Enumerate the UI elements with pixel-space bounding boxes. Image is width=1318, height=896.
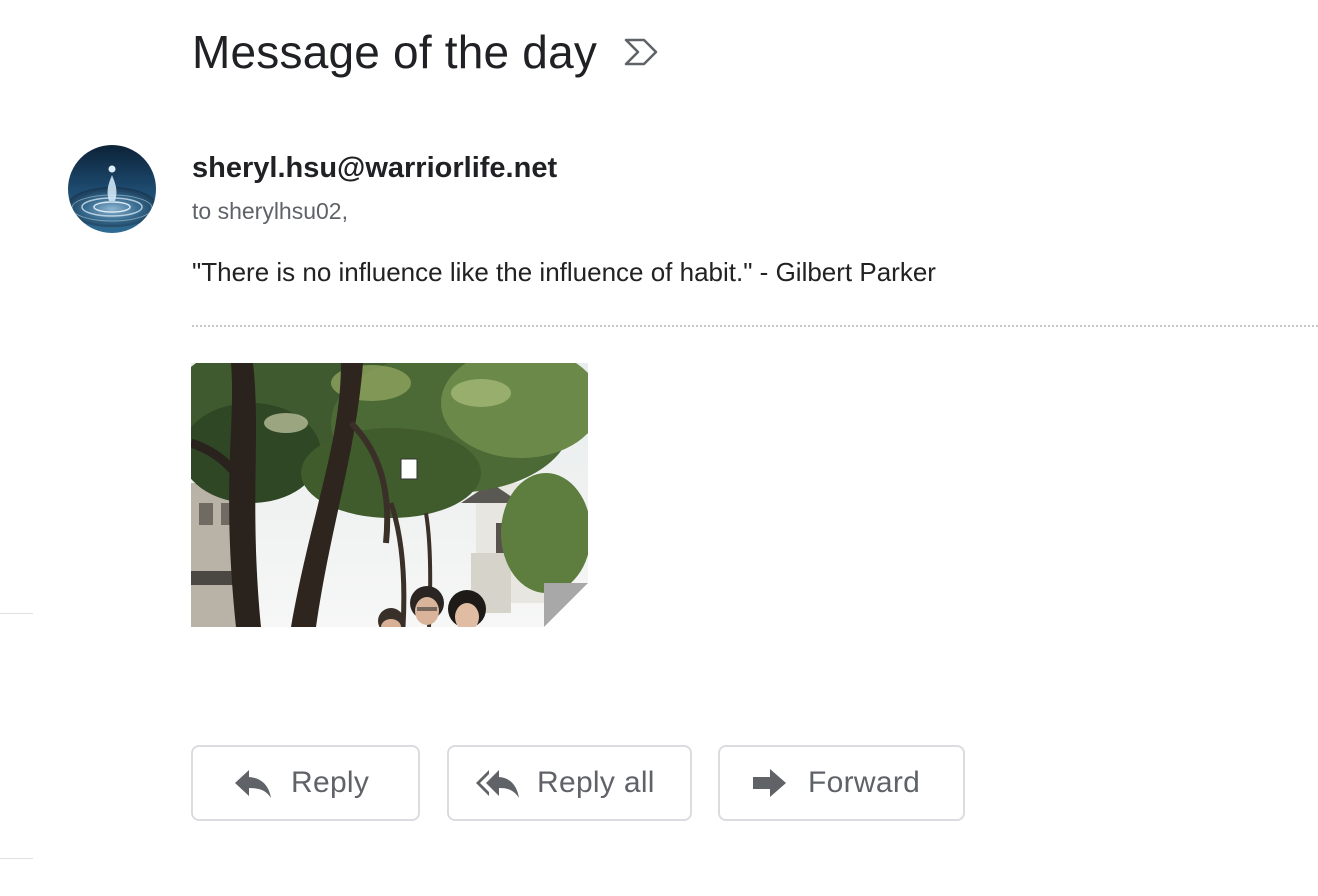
reply-label: Reply — [291, 766, 370, 799]
recipient-line[interactable]: to sherylhsu02, — [192, 196, 348, 226]
reply-button[interactable]: Reply — [191, 745, 420, 821]
signature-divider — [192, 325, 1318, 327]
side-divider-lower — [0, 858, 33, 859]
forward-label: Forward — [808, 766, 921, 799]
side-divider-upper — [0, 613, 33, 614]
photo-attachment[interactable] — [191, 363, 588, 627]
sender-avatar[interactable] — [68, 145, 156, 233]
reply-all-label: Reply all — [537, 766, 655, 799]
subject-row: Message of the day — [192, 22, 659, 82]
forward-icon — [750, 766, 790, 800]
reply-all-button[interactable]: Reply all — [447, 745, 692, 821]
email-subject: Message of the day — [192, 26, 598, 78]
sender-email[interactable]: sheryl.hsu@warriorlife.net — [192, 150, 557, 186]
message-body: "There is no influence like the influenc… — [192, 257, 936, 287]
forward-button[interactable]: Forward — [718, 745, 965, 821]
reply-icon — [233, 766, 273, 800]
label-icon[interactable] — [623, 37, 659, 67]
email-view: Message of the day sheryl.hsu@warriorlif… — [0, 0, 1318, 896]
reply-all-icon — [475, 766, 521, 800]
